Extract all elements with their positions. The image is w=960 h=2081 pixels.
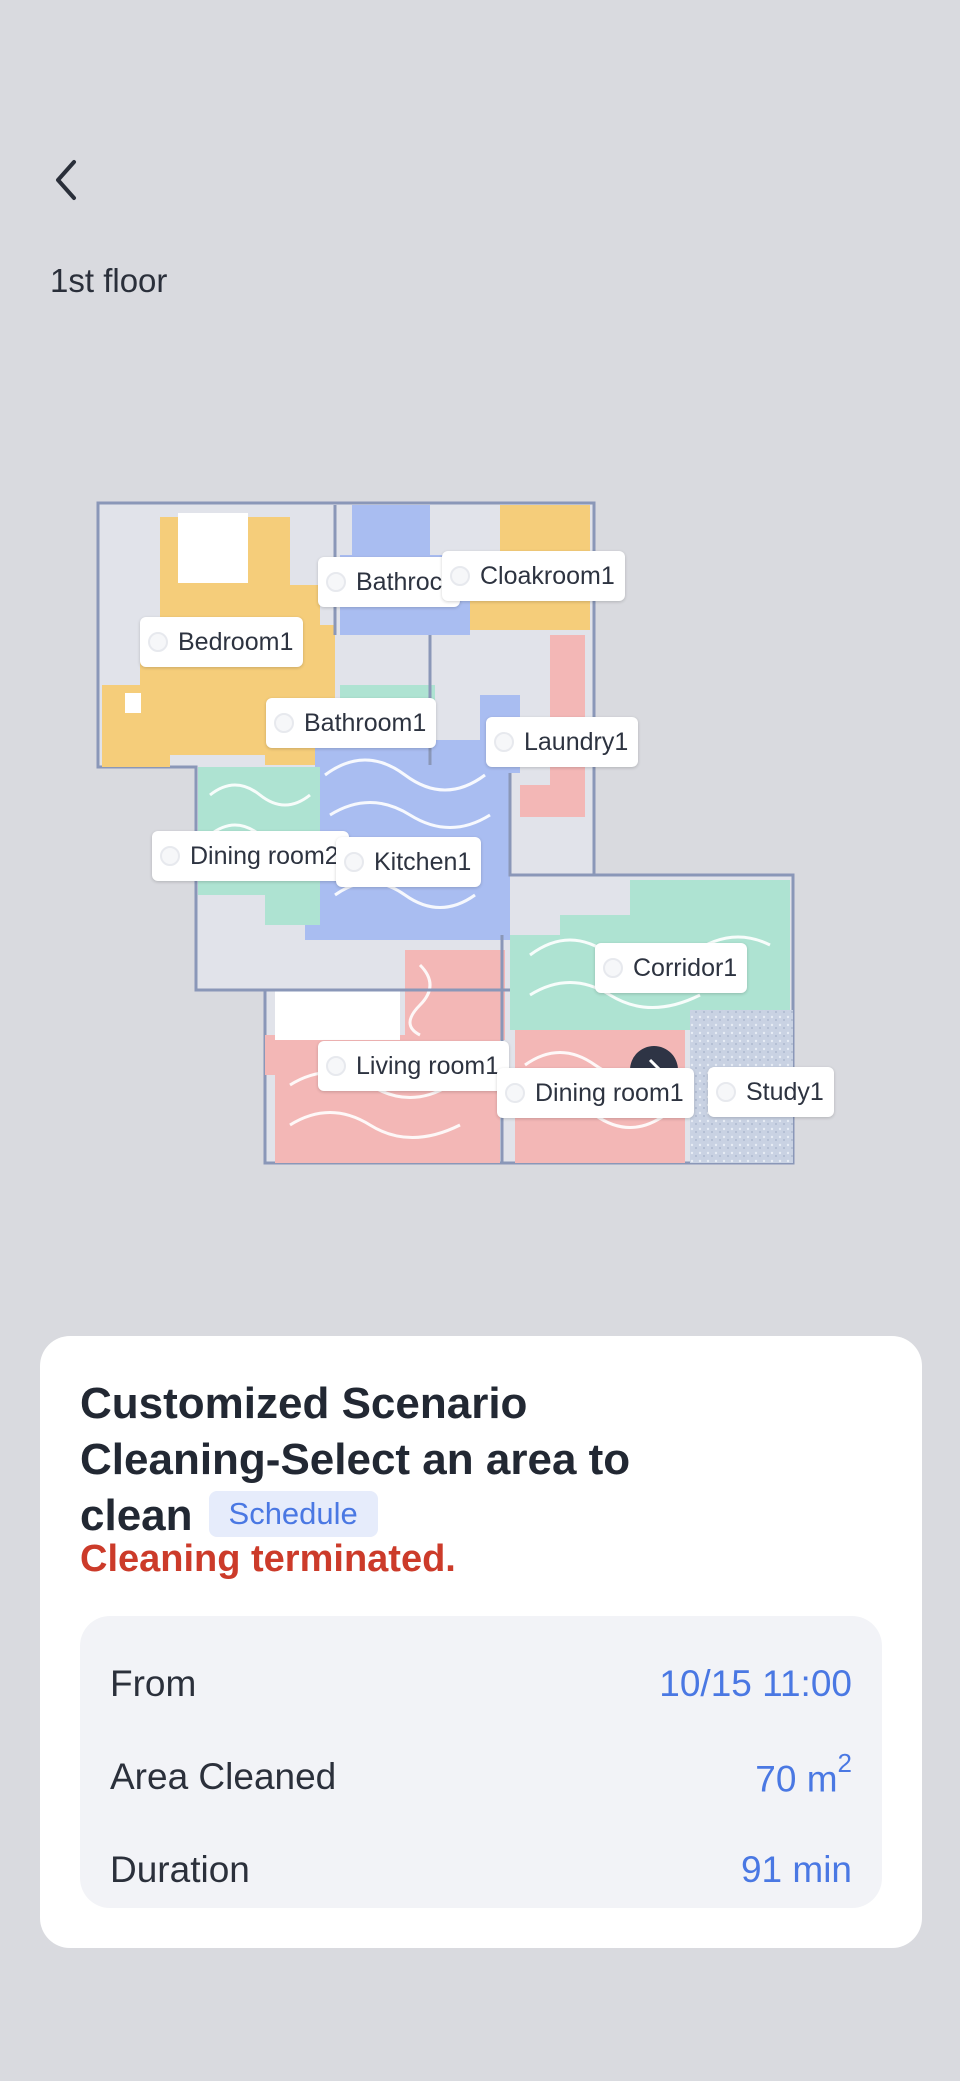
room-label-bedroom[interactable]: Bedroom1: [140, 617, 304, 667]
stat-row-area: Area Cleaned 70 m2: [110, 1747, 852, 1807]
room-select-radio[interactable]: [326, 1056, 346, 1076]
stat-label: Area Cleaned: [110, 1756, 337, 1797]
room-label-dining-room2[interactable]: Dining room2: [152, 831, 349, 881]
room-select-radio[interactable]: [716, 1082, 736, 1102]
stat-value: 70 m2: [755, 1747, 852, 1800]
cleaning-summary-card: Customized Scenario Cleaning-Select an a…: [40, 1336, 922, 1948]
card-title: Customized Scenario Cleaning-Select an a…: [80, 1376, 720, 1544]
room-label-study[interactable]: Study1: [708, 1067, 834, 1117]
room-label-bathroom-top[interactable]: Bathroc: [318, 557, 460, 607]
room-select-radio[interactable]: [505, 1083, 525, 1103]
room-select-radio[interactable]: [326, 572, 346, 592]
room-select-radio[interactable]: [494, 732, 514, 752]
stat-value: 10/15 11:00: [659, 1663, 852, 1704]
stat-value: 91 min: [740, 1849, 852, 1890]
room-select-radio[interactable]: [148, 632, 168, 652]
stat-row-duration: Duration 91 min: [110, 1840, 852, 1900]
back-button[interactable]: [40, 150, 90, 210]
room-label-cloakroom[interactable]: Cloakroom1: [442, 551, 625, 601]
stat-label: From: [110, 1663, 197, 1704]
chevron-left-icon: [56, 160, 76, 200]
room-label-kitchen[interactable]: Kitchen1: [336, 837, 482, 887]
room-select-radio[interactable]: [274, 713, 294, 733]
floor-map[interactable]: Bathroc Cloakroom1 Bedroom1 Bathroom1 La…: [90, 495, 880, 1175]
room-label-dining-room1[interactable]: Dining room1: [497, 1068, 694, 1118]
room-select-radio[interactable]: [603, 958, 623, 978]
schedule-badge: Schedule: [208, 1491, 378, 1538]
room-label-laundry[interactable]: Laundry1: [486, 717, 639, 767]
room-select-radio[interactable]: [450, 566, 470, 586]
status-text: Cleaning terminated.: [80, 1538, 456, 1580]
room-select-radio[interactable]: [160, 846, 180, 866]
room-label-bathroom[interactable]: Bathroom1: [266, 698, 437, 748]
floor-label: 1st floor: [50, 262, 168, 299]
stats-panel: From 10/15 11:00 Area Cleaned 70 m2 Dura…: [80, 1616, 882, 1908]
room-label-living-room[interactable]: Living room1: [318, 1041, 510, 1091]
room-select-radio[interactable]: [344, 852, 364, 872]
room-label-corridor[interactable]: Corridor1: [595, 943, 748, 993]
stat-label: Duration: [110, 1849, 250, 1890]
stat-row-from: From 10/15 11:00: [110, 1654, 852, 1714]
